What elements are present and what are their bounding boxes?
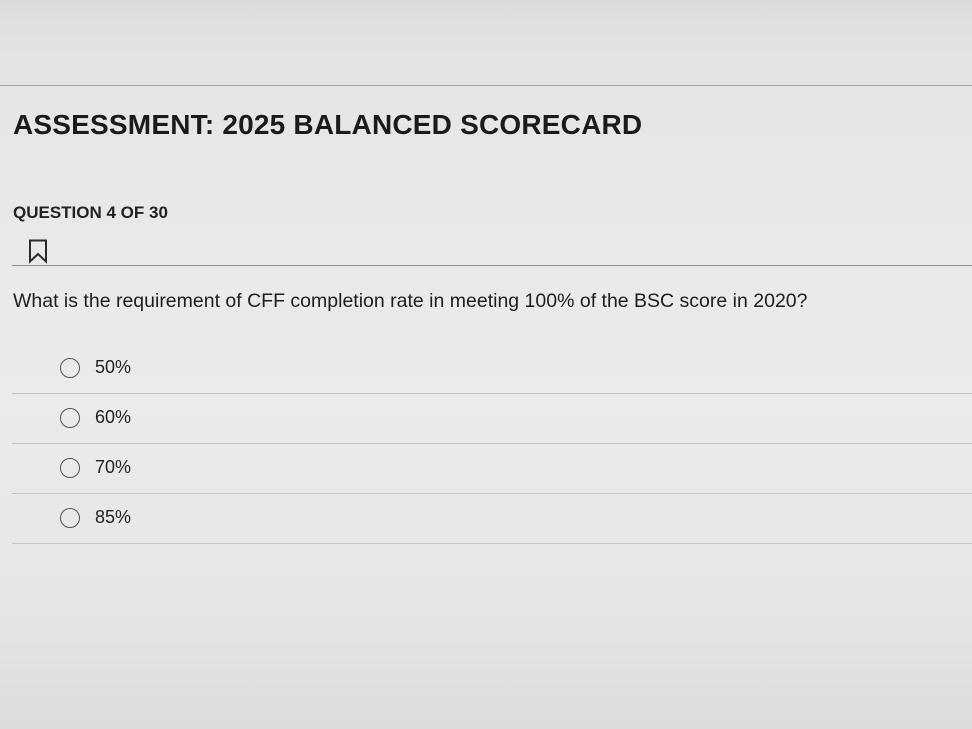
radio-button[interactable]	[60, 358, 80, 378]
answer-options: 50% 60% 70% 85%	[12, 344, 972, 544]
question-divider	[12, 265, 972, 266]
answer-option[interactable]: 60%	[12, 394, 972, 444]
top-divider	[0, 85, 972, 86]
bookmark-button[interactable]	[27, 238, 49, 264]
answer-option-label: 70%	[95, 457, 132, 477]
answer-option[interactable]: 70%	[12, 444, 972, 494]
question-text: What is the requirement of CFF completio…	[13, 290, 808, 312]
answer-option-label: 85%	[95, 507, 132, 527]
answer-option-label: 50%	[95, 357, 132, 377]
answer-option-label: 60%	[95, 407, 132, 427]
bookmark-icon	[29, 239, 47, 264]
radio-button[interactable]	[60, 508, 80, 528]
answer-option[interactable]: 50%	[12, 344, 972, 394]
radio-button[interactable]	[60, 458, 80, 478]
radio-button[interactable]	[60, 408, 80, 428]
question-counter: QUESTION 4 OF 30	[13, 203, 168, 222]
answer-option[interactable]: 85%	[12, 494, 972, 544]
assessment-title: ASSESSMENT: 2025 BALANCED SCORECARD	[13, 109, 643, 140]
